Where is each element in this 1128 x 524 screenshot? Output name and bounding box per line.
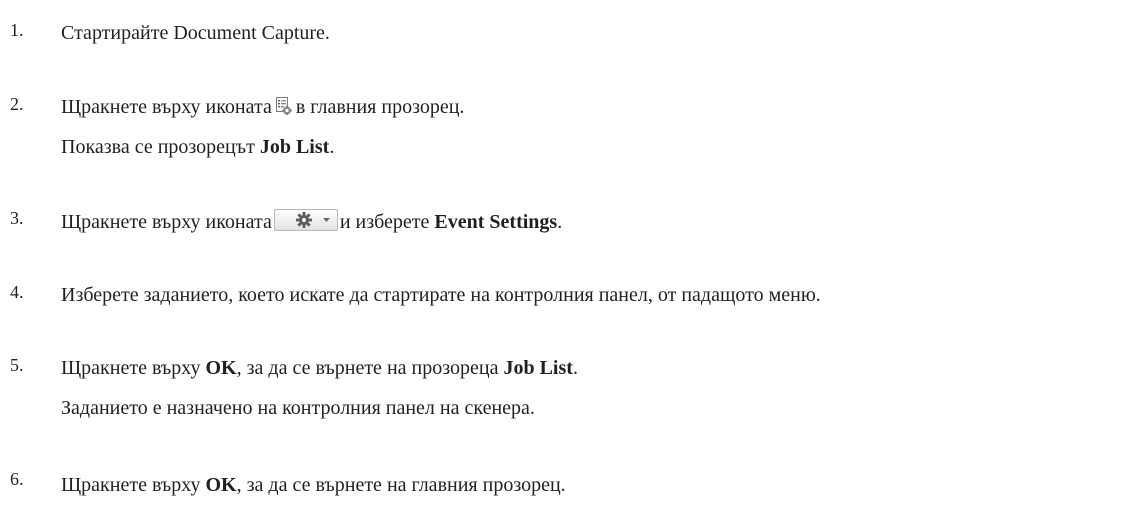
step-text-line-2: Заданието е назначено на контролния пане… (61, 397, 535, 419)
step-text-line-1: Щракнете върху OK, за да се върнете на п… (61, 356, 578, 380)
step-text-part: и изберете (339, 211, 435, 233)
ok-label: OK (205, 474, 237, 496)
step-text: Стартирайте Document Capture. (61, 22, 330, 44)
step-text-part: . (557, 211, 563, 233)
step-text-line-1: Щракнете върху иконата и изберете Event … (61, 209, 562, 234)
step-text-line-1: Щракнете върху иконата в главния прозоре… (61, 95, 464, 119)
job-list-icon (274, 97, 292, 115)
step-text-part: . (329, 136, 335, 158)
step-text-part: в главния прозорец. (295, 96, 465, 118)
gear-dropdown-icon (273, 209, 338, 231)
step-number: 3. (10, 208, 24, 228)
step-text: Изберете заданието, което искате да стар… (61, 284, 821, 306)
step-number: 5. (10, 355, 24, 375)
step-text-part: , за да се върнете на прозореца (236, 357, 504, 379)
ok-label: OK (205, 357, 237, 379)
step-number: 6. (10, 469, 24, 489)
step-number: 2. (10, 94, 24, 114)
job-list-label: Job List (503, 357, 573, 379)
job-list-label: Job List (259, 136, 330, 158)
step-text-part: Показва се прозорецът (61, 136, 260, 158)
step-number: 4. (10, 282, 24, 302)
event-settings-label: Event Settings (434, 211, 558, 233)
step-text-part: Щракнете върху (61, 357, 206, 379)
step-text-part: Щракнете върху иконата (61, 96, 272, 118)
step-text-part: Щракнете върху иконата (61, 211, 272, 233)
step-text-part: . (572, 357, 578, 379)
step-text-part: Щракнете върху (61, 474, 206, 496)
step-text-line-2: Показва се прозорецът Job List. (61, 135, 334, 159)
step-text-part: , за да се върнете на главния прозорец. (236, 474, 566, 496)
step-text-line-1: Щракнете върху OK, за да се върнете на г… (61, 473, 566, 497)
step-number: 1. (10, 20, 24, 40)
